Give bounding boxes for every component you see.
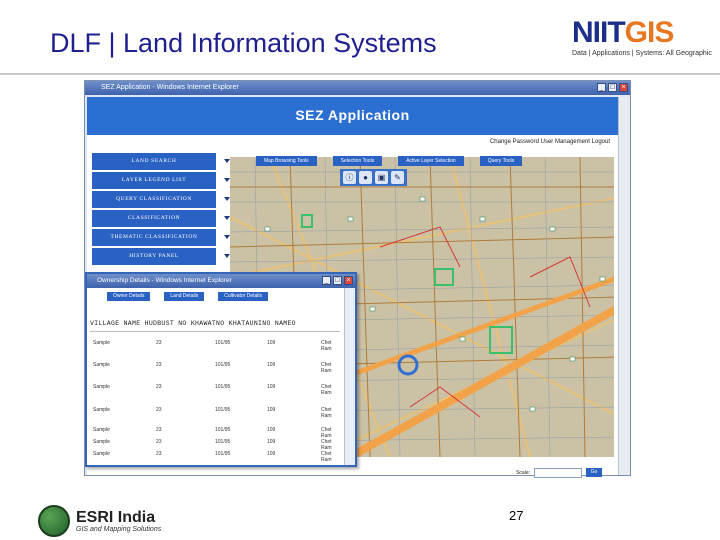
table-divider — [90, 331, 340, 332]
scale-go-button[interactable]: Go — [586, 468, 602, 477]
title-divider — [0, 73, 720, 75]
select-icon[interactable]: ● — [359, 171, 372, 184]
popup-close-button[interactable]: × — [344, 276, 353, 285]
column-village: VILLAGE — [90, 320, 120, 327]
map-toolbar: Map Browsing Tools Selection Tools Activ… — [230, 156, 614, 166]
query-icon[interactable]: ✎ — [391, 171, 404, 184]
menu-history-panel[interactable]: HISTORY PANEL — [92, 248, 230, 265]
popup-titlebar: Ownership Details - Windows Internet Exp… — [87, 274, 355, 288]
table-row[interactable]: Sample 23 101/95 109 Chet Ram — [90, 407, 340, 419]
user-links[interactable]: Change Password User Management Logout — [490, 139, 610, 145]
minimize-button[interactable]: _ — [597, 83, 606, 92]
table-header: VILLAGE NAME HUDBUST NO KHAWATNO KHATAUN… — [90, 320, 340, 327]
niit-tagline: Data | Applications | Systems: All Geogr… — [572, 50, 712, 57]
tab-active-layer-selection[interactable]: Active Layer Selection — [398, 156, 464, 166]
niit-gis-logo: NIITGIS Data | Applications | Systems: A… — [572, 18, 714, 66]
globe-icon — [38, 505, 70, 537]
column-no: NO — [178, 320, 187, 327]
esri-subtitle: GIS and Mapping Solutions — [76, 525, 162, 533]
scale-label: Scale: — [516, 470, 530, 476]
browser-scrollbar[interactable] — [618, 97, 630, 475]
scale-input[interactable] — [534, 468, 582, 478]
browser-titlebar: SEZ Application - Windows Internet Explo… — [85, 81, 630, 95]
browser-title: SEZ Application - Windows Internet Explo… — [101, 84, 239, 91]
column-name: NAME — [123, 320, 141, 327]
table-row[interactable]: Sample 23 101/95 109 Chet Ram — [90, 439, 340, 451]
info-icon[interactable]: ⓘ — [343, 171, 356, 184]
menu-query-classification[interactable]: QUERY CLASSIFICATION — [92, 191, 230, 208]
table-row[interactable]: Sample 23 101/95 109 Chet Ram — [90, 451, 340, 463]
left-menu: LAND SEARCH LAYER LEGEND LIST QUERY CLAS… — [92, 153, 230, 267]
column-hudbust: HUDBUST — [144, 320, 175, 327]
app-title: SEZ Application — [295, 107, 410, 123]
popup-minimize-button[interactable]: _ — [322, 276, 331, 285]
slide-title: DLF | Land Information Systems — [50, 28, 437, 58]
table-row[interactable]: Sample 23 101/95 109 Chet Ram — [90, 427, 340, 439]
column-khataunino: KHATAUNINO — [228, 320, 271, 327]
table-row[interactable]: Sample 23 101/95 109 Chet Ram — [90, 340, 340, 352]
maximize-button[interactable]: □ — [608, 83, 617, 92]
tab-land-details[interactable]: Land Details — [164, 292, 205, 301]
ownership-details-window: Ownership Details - Windows Internet Exp… — [85, 272, 357, 467]
niit-gis-wordmark: NIITGIS — [572, 16, 674, 49]
esri-india-logo: ESRI India GIS and Mapping Solutions — [38, 505, 161, 537]
column-khawatno: KHAWATNO — [190, 320, 225, 327]
menu-classification[interactable]: CLASSIFICATION — [92, 210, 230, 227]
table-row[interactable]: Sample 23 101/95 109 Chet Ram — [90, 384, 340, 396]
close-button[interactable]: × — [619, 83, 628, 92]
popup-tabs: Owner Details Land Details Cultivator De… — [107, 292, 268, 301]
esri-name: ESRI India — [76, 508, 156, 526]
popup-maximize-button[interactable]: □ — [333, 276, 342, 285]
app-header: SEZ Application — [87, 97, 618, 135]
tab-cultivator-details[interactable]: Cultivator Details — [218, 292, 268, 301]
popup-scrollbar[interactable] — [344, 288, 355, 465]
column-nameo: NAMEO — [274, 320, 296, 327]
tab-owner-details[interactable]: Owner Details — [107, 292, 151, 301]
menu-thematic-classification[interactable]: THEMATIC CLASSIFICATION — [92, 229, 230, 246]
menu-layer-legend-list[interactable]: LAYER LEGEND LIST — [92, 172, 230, 189]
map-status-bar: Scale: Go — [230, 467, 614, 479]
table-row[interactable]: Sample 23 101/95 109 Chet Ram — [90, 362, 340, 374]
popup-title: Ownership Details - Windows Internet Exp… — [97, 277, 232, 284]
tab-selection-tools[interactable]: Selection Tools — [332, 156, 383, 166]
page-number: 27 — [509, 508, 524, 523]
tab-map-browsing-tools[interactable]: Map Browsing Tools — [256, 156, 317, 166]
map-tool-icons: ⓘ ● ▣ ✎ — [340, 169, 407, 186]
tab-query-tools[interactable]: Query Tools — [479, 156, 523, 166]
menu-land-search[interactable]: LAND SEARCH — [92, 153, 230, 170]
identify-icon[interactable]: ▣ — [375, 171, 388, 184]
